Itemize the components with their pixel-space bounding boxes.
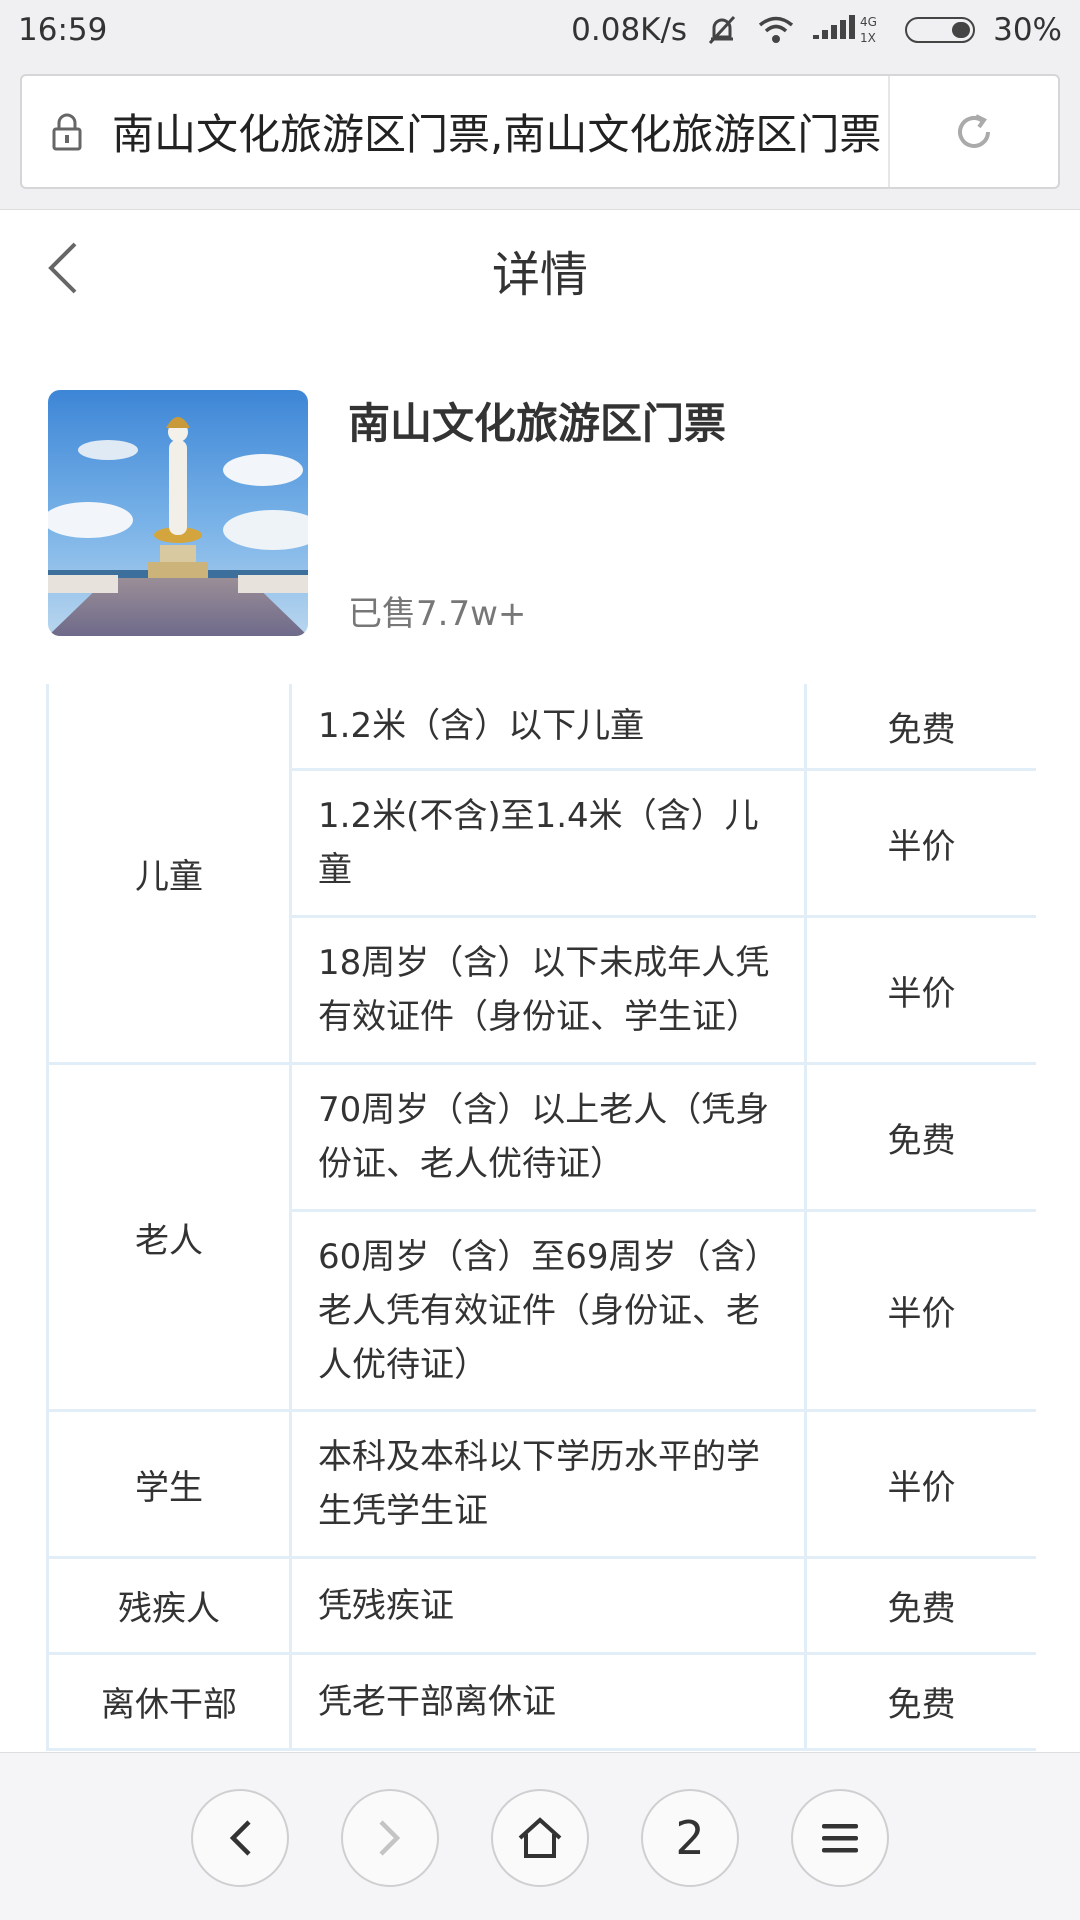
home-icon[interactable]: [491, 1789, 589, 1887]
condition-cell: 70周岁（含）以上老人（凭身份证、老人优待证）: [289, 1062, 807, 1212]
status-time: 16:59: [18, 12, 108, 48]
wifi-icon: [757, 15, 795, 45]
tabs-count: 2: [675, 1811, 705, 1865]
sold-count: 已售7.7w+: [348, 594, 527, 634]
signal-icon: 4G 1X: [813, 13, 887, 47]
condition-cell: 60周岁（含）至69周岁（含）老人凭有效证件（身份证、老人优待证）: [289, 1209, 807, 1412]
back-arrow-icon[interactable]: [38, 238, 88, 298]
browser-toolbar: 南山文化旅游区门票,南山文化旅游区门票: [0, 60, 1080, 210]
condition-cell: 1.2米(不含)至1.4米（含）儿童: [289, 768, 807, 918]
condition-cell: 1.2米（含）以下儿童: [289, 684, 807, 771]
status-right: 0.08K/s 4G 1X 30%: [571, 12, 1062, 48]
battery-icon: [905, 17, 976, 43]
price-cell: 免费: [804, 1062, 1036, 1212]
category-cell: 老人: [46, 1062, 292, 1412]
price-cell: 半价: [804, 915, 1036, 1065]
product-image[interactable]: [48, 390, 308, 636]
table-row: 学生 本科及本科以下学历水平的学生凭学生证 半价: [46, 1409, 1036, 1559]
price-cell: 半价: [804, 1409, 1036, 1559]
condition-cell: 凭残疾证: [289, 1556, 807, 1655]
table-row: 儿童 1.2米（含）以下儿童 免费: [46, 684, 1036, 1065]
reload-icon[interactable]: [888, 76, 1058, 187]
address-bar[interactable]: 南山文化旅游区门票,南山文化旅游区门票: [20, 74, 1060, 189]
price-cell: 免费: [804, 1556, 1036, 1655]
table-row: 离休干部 凭老干部离休证 免费: [46, 1652, 1036, 1751]
mute-icon: [705, 13, 739, 47]
category-cell: 学生: [46, 1409, 292, 1559]
status-bar: 16:59 0.08K/s 4G 1X 30%: [0, 0, 1080, 60]
page-title: 详情: [491, 247, 588, 303]
price-cell: 半价: [804, 1209, 1036, 1412]
product-name[interactable]: 南山文化旅游区门票: [348, 390, 726, 451]
lock-icon: [22, 112, 112, 152]
page-header: 详情: [0, 210, 1080, 330]
browser-bottom-nav: 2: [0, 1752, 1080, 1920]
tabs-count-button[interactable]: 2: [641, 1789, 739, 1887]
condition-cell: 凭老干部离休证: [289, 1652, 807, 1751]
product-card[interactable]: 南山文化旅游区门票 已售7.7w+: [48, 390, 1038, 636]
category-cell: 儿童: [46, 684, 292, 1065]
discount-policy-table: 儿童 1.2米（含）以下儿童 免费 1.2米(不含)至1.4米（含）儿童 半价 …: [46, 684, 1036, 1752]
back-icon[interactable]: [191, 1789, 289, 1887]
network-type-top: 4G: [860, 15, 877, 29]
price-cell: 半价: [804, 768, 1036, 918]
battery-level: 30%: [993, 12, 1062, 48]
table-row: 老人 70周岁（含）以上老人（凭身份证、老人优待证） 免费: [46, 1062, 1036, 1412]
menu-icon[interactable]: [791, 1789, 889, 1887]
category-cell: 离休干部: [46, 1652, 292, 1751]
table-row: 残疾人 凭残疾证 免费: [46, 1556, 1036, 1655]
price-cell: 免费: [804, 1652, 1036, 1751]
condition-cell: 本科及本科以下学历水平的学生凭学生证: [289, 1409, 807, 1559]
network-speed: 0.08K/s: [571, 12, 688, 48]
forward-icon[interactable]: [341, 1789, 439, 1887]
category-cell: 残疾人: [46, 1556, 292, 1655]
condition-cell: 18周岁（含）以下未成年人凭有效证件（身份证、学生证）: [289, 915, 807, 1065]
price-cell: 免费: [804, 684, 1036, 771]
network-type-bottom: 1X: [860, 31, 876, 45]
url-text[interactable]: 南山文化旅游区门票,南山文化旅游区门票: [112, 101, 888, 162]
